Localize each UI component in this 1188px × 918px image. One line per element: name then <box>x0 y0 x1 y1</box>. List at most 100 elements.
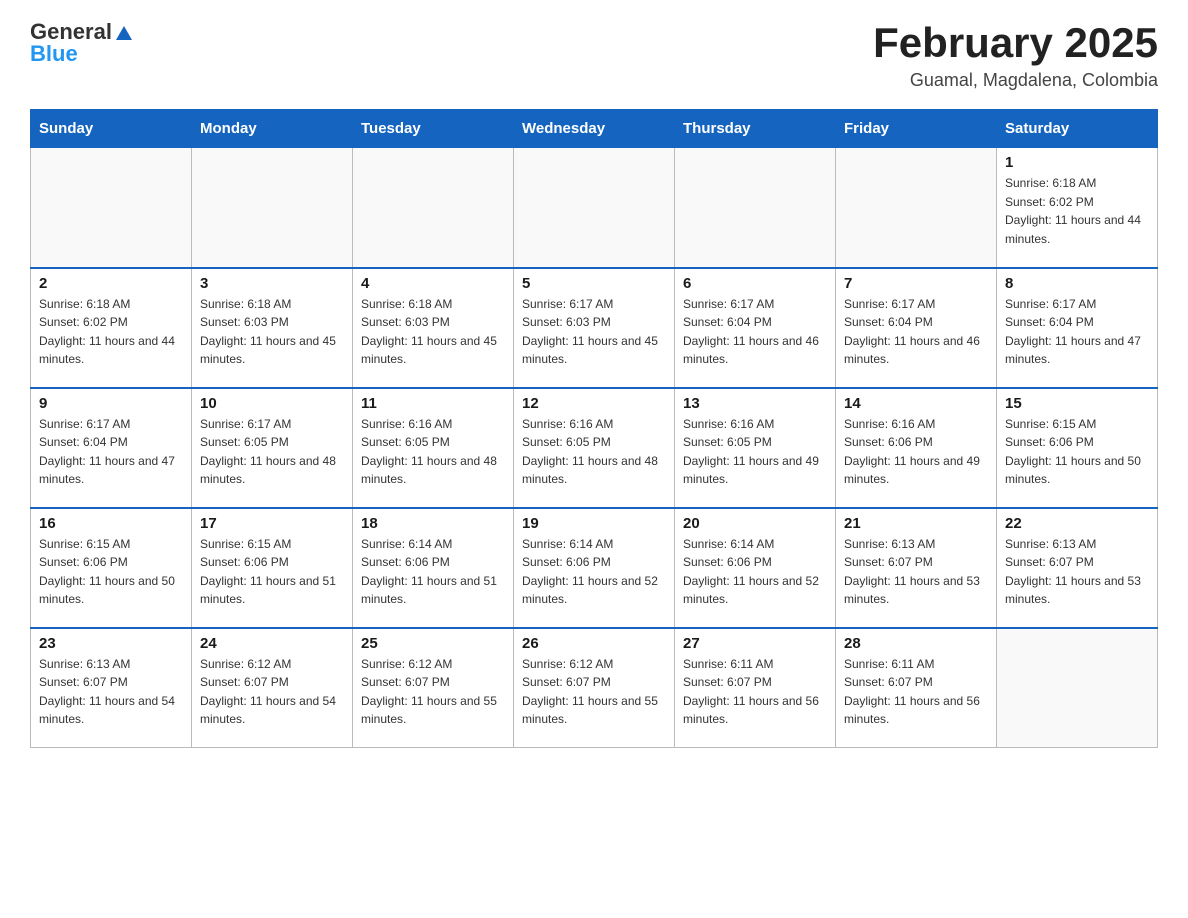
day-number: 25 <box>361 635 505 652</box>
table-row: 7 Sunrise: 6:17 AM Sunset: 6:04 PM Daylig… <box>836 268 997 388</box>
day-number: 28 <box>844 635 988 652</box>
table-row: 15 Sunrise: 6:15 AM Sunset: 6:06 PM Dayli… <box>997 388 1158 508</box>
day-info: Sunrise: 6:18 AM Sunset: 6:03 PM Dayligh… <box>200 295 344 369</box>
table-row: 27 Sunrise: 6:11 AM Sunset: 6:07 PM Dayli… <box>675 628 836 748</box>
day-number: 7 <box>844 275 988 292</box>
title-area: February 2025 Guamal, Magdalena, Colombi… <box>873 20 1158 91</box>
table-row: 2Sunrise: 6:18 AM Sunset: 6:02 PM Daylig… <box>31 268 192 388</box>
day-number: 21 <box>844 515 988 532</box>
table-row: 24Sunrise: 6:12 AM Sunset: 6:07 PM Dayli… <box>192 628 353 748</box>
col-wednesday: Wednesday <box>514 110 675 148</box>
col-tuesday: Tuesday <box>353 110 514 148</box>
calendar-week-row: 1 Sunrise: 6:18 AM Sunset: 6:02 PM Daylig… <box>31 148 1158 268</box>
day-info: Sunrise: 6:16 AM Sunset: 6:05 PM Dayligh… <box>683 415 827 489</box>
table-row <box>836 148 997 268</box>
table-row: 26 Sunrise: 6:12 AM Sunset: 6:07 PM Dayli… <box>514 628 675 748</box>
day-info: Sunrise: 6:17 AM Sunset: 6:05 PM Dayligh… <box>200 415 344 489</box>
calendar-table: Sunday Monday Tuesday Wednesday Thursday… <box>30 109 1158 748</box>
day-info: Sunrise: 6:16 AM Sunset: 6:06 PM Dayligh… <box>844 415 988 489</box>
table-row: 11Sunrise: 6:16 AM Sunset: 6:05 PM Dayli… <box>353 388 514 508</box>
calendar-week-row: 2Sunrise: 6:18 AM Sunset: 6:02 PM Daylig… <box>31 268 1158 388</box>
day-info: Sunrise: 6:18 AM Sunset: 6:03 PM Dayligh… <box>361 295 505 369</box>
day-number: 8 <box>1005 275 1149 292</box>
day-number: 10 <box>200 395 344 412</box>
day-info: Sunrise: 6:12 AM Sunset: 6:07 PM Dayligh… <box>522 655 666 729</box>
table-row: 8 Sunrise: 6:17 AM Sunset: 6:04 PM Daylig… <box>997 268 1158 388</box>
table-row: 9Sunrise: 6:17 AM Sunset: 6:04 PM Daylig… <box>31 388 192 508</box>
day-number: 1 <box>1005 154 1149 171</box>
calendar-header-row: Sunday Monday Tuesday Wednesday Thursday… <box>31 110 1158 148</box>
table-row: 3 Sunrise: 6:18 AM Sunset: 6:03 PM Daylig… <box>192 268 353 388</box>
day-info: Sunrise: 6:12 AM Sunset: 6:07 PM Dayligh… <box>361 655 505 729</box>
location-title: Guamal, Magdalena, Colombia <box>873 70 1158 91</box>
day-info: Sunrise: 6:11 AM Sunset: 6:07 PM Dayligh… <box>844 655 988 729</box>
calendar-week-row: 9Sunrise: 6:17 AM Sunset: 6:04 PM Daylig… <box>31 388 1158 508</box>
day-number: 13 <box>683 395 827 412</box>
table-row: 13 Sunrise: 6:16 AM Sunset: 6:05 PM Dayli… <box>675 388 836 508</box>
table-row: 10 Sunrise: 6:17 AM Sunset: 6:05 PM Dayli… <box>192 388 353 508</box>
day-info: Sunrise: 6:13 AM Sunset: 6:07 PM Dayligh… <box>844 535 988 609</box>
day-number: 4 <box>361 275 505 292</box>
col-saturday: Saturday <box>997 110 1158 148</box>
day-number: 9 <box>39 395 183 412</box>
day-number: 12 <box>522 395 666 412</box>
day-info: Sunrise: 6:18 AM Sunset: 6:02 PM Dayligh… <box>1005 174 1149 248</box>
day-info: Sunrise: 6:15 AM Sunset: 6:06 PM Dayligh… <box>39 535 183 609</box>
table-row: 17 Sunrise: 6:15 AM Sunset: 6:06 PM Dayli… <box>192 508 353 628</box>
month-title: February 2025 <box>873 20 1158 66</box>
day-number: 17 <box>200 515 344 532</box>
day-info: Sunrise: 6:12 AM Sunset: 6:07 PM Dayligh… <box>200 655 344 729</box>
table-row: 12 Sunrise: 6:16 AM Sunset: 6:05 PM Dayli… <box>514 388 675 508</box>
day-info: Sunrise: 6:15 AM Sunset: 6:06 PM Dayligh… <box>1005 415 1149 489</box>
day-number: 23 <box>39 635 183 652</box>
day-number: 6 <box>683 275 827 292</box>
table-row: 19Sunrise: 6:14 AM Sunset: 6:06 PM Dayli… <box>514 508 675 628</box>
table-row <box>997 628 1158 748</box>
day-info: Sunrise: 6:11 AM Sunset: 6:07 PM Dayligh… <box>683 655 827 729</box>
day-number: 20 <box>683 515 827 532</box>
calendar-week-row: 23 Sunrise: 6:13 AM Sunset: 6:07 PM Dayli… <box>31 628 1158 748</box>
table-row: 4 Sunrise: 6:18 AM Sunset: 6:03 PM Daylig… <box>353 268 514 388</box>
day-number: 22 <box>1005 515 1149 532</box>
day-number: 16 <box>39 515 183 532</box>
table-row <box>353 148 514 268</box>
table-row: 22Sunrise: 6:13 AM Sunset: 6:07 PM Dayli… <box>997 508 1158 628</box>
day-info: Sunrise: 6:16 AM Sunset: 6:05 PM Dayligh… <box>522 415 666 489</box>
day-number: 5 <box>522 275 666 292</box>
day-number: 27 <box>683 635 827 652</box>
day-info: Sunrise: 6:14 AM Sunset: 6:06 PM Dayligh… <box>683 535 827 609</box>
table-row <box>31 148 192 268</box>
table-row: 5 Sunrise: 6:17 AM Sunset: 6:03 PM Daylig… <box>514 268 675 388</box>
day-info: Sunrise: 6:13 AM Sunset: 6:07 PM Dayligh… <box>39 655 183 729</box>
table-row: 21 Sunrise: 6:13 AM Sunset: 6:07 PM Dayli… <box>836 508 997 628</box>
day-number: 18 <box>361 515 505 532</box>
table-row <box>192 148 353 268</box>
day-number: 14 <box>844 395 988 412</box>
day-info: Sunrise: 6:18 AM Sunset: 6:02 PM Dayligh… <box>39 295 183 369</box>
table-row <box>514 148 675 268</box>
table-row: 14 Sunrise: 6:16 AM Sunset: 6:06 PM Dayli… <box>836 388 997 508</box>
day-info: Sunrise: 6:14 AM Sunset: 6:06 PM Dayligh… <box>361 535 505 609</box>
day-number: 26 <box>522 635 666 652</box>
day-info: Sunrise: 6:17 AM Sunset: 6:04 PM Dayligh… <box>844 295 988 369</box>
calendar-week-row: 16 Sunrise: 6:15 AM Sunset: 6:06 PM Dayli… <box>31 508 1158 628</box>
day-info: Sunrise: 6:15 AM Sunset: 6:06 PM Dayligh… <box>200 535 344 609</box>
col-thursday: Thursday <box>675 110 836 148</box>
day-info: Sunrise: 6:17 AM Sunset: 6:04 PM Dayligh… <box>683 295 827 369</box>
logo-triangle-icon <box>114 22 134 42</box>
col-friday: Friday <box>836 110 997 148</box>
table-row: 6 Sunrise: 6:17 AM Sunset: 6:04 PM Daylig… <box>675 268 836 388</box>
day-info: Sunrise: 6:17 AM Sunset: 6:03 PM Dayligh… <box>522 295 666 369</box>
col-monday: Monday <box>192 110 353 148</box>
table-row: 16 Sunrise: 6:15 AM Sunset: 6:06 PM Dayli… <box>31 508 192 628</box>
day-number: 15 <box>1005 395 1149 412</box>
day-info: Sunrise: 6:17 AM Sunset: 6:04 PM Dayligh… <box>1005 295 1149 369</box>
table-row: 23 Sunrise: 6:13 AM Sunset: 6:07 PM Dayli… <box>31 628 192 748</box>
col-sunday: Sunday <box>31 110 192 148</box>
day-number: 3 <box>200 275 344 292</box>
day-number: 11 <box>361 395 505 412</box>
logo: General Blue <box>30 20 134 66</box>
table-row: 28 Sunrise: 6:11 AM Sunset: 6:07 PM Dayli… <box>836 628 997 748</box>
table-row: 1 Sunrise: 6:18 AM Sunset: 6:02 PM Daylig… <box>997 148 1158 268</box>
day-info: Sunrise: 6:14 AM Sunset: 6:06 PM Dayligh… <box>522 535 666 609</box>
